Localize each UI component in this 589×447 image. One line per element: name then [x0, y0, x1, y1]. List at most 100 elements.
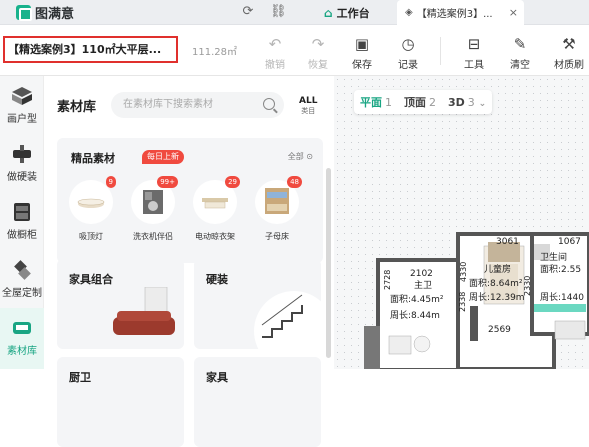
- dim-label: 2102: [410, 269, 433, 279]
- record-button[interactable]: ◷ 记录: [388, 34, 428, 72]
- dim-label: 2728: [383, 270, 392, 290]
- tab-case-label: 【精选案例3】...: [416, 9, 493, 20]
- tools-label: 工具: [464, 60, 484, 71]
- clock-icon: ◷: [401, 35, 415, 53]
- save-icon: ▣: [354, 35, 370, 53]
- all-sub-label: 类目: [301, 107, 316, 115]
- nav-label: 画户型: [7, 114, 37, 125]
- floor-plan: 3061 1067 卫生间 面积:2.55 周长:1440 儿童房 面积:8.6…: [364, 232, 589, 369]
- clear-button[interactable]: ✎ 清空: [500, 34, 540, 72]
- panel-title: 素材库: [57, 100, 97, 115]
- item-count-badge: 29: [225, 176, 240, 188]
- tab-case[interactable]: ◈ 【精选案例3】... ×: [397, 0, 524, 25]
- daily-new-badge: 每日上新: [142, 150, 184, 164]
- see-all-link[interactable]: 全部 ⊙: [288, 151, 313, 162]
- redo-icon: ↷: [311, 35, 325, 53]
- room-area: 面积:8.64m²: [469, 277, 523, 289]
- close-icon[interactable]: ×: [509, 6, 518, 19]
- stairs-image: [254, 291, 321, 349]
- link-icon[interactable]: ⛓: [270, 4, 287, 20]
- undo-button[interactable]: ↶ 撤销: [255, 34, 295, 72]
- item-label: 洗衣机伴侣: [133, 232, 173, 241]
- sync-icon[interactable]: ⟳: [240, 4, 256, 20]
- nav-label: 做橱柜: [7, 230, 37, 241]
- clear-label: 清空: [510, 60, 530, 71]
- redo-label: 恢复: [308, 60, 328, 71]
- room-perimeter: 周长:12.39m: [469, 291, 525, 303]
- item-count-badge: 99+: [157, 176, 178, 188]
- eraser-icon: ✎: [513, 35, 527, 53]
- dim-label: 4330: [459, 262, 468, 282]
- tools-button[interactable]: ⊟ 工具: [454, 34, 494, 72]
- category-furniture-set[interactable]: 家具组合: [57, 259, 184, 349]
- sofa-image: [113, 287, 175, 335]
- room-perimeter: 周长:1440: [540, 291, 584, 303]
- dim-label: 1067: [558, 237, 581, 247]
- see-all-label: 全部: [287, 152, 304, 161]
- search-icon[interactable]: [263, 98, 275, 110]
- nav-label: 全屋定制: [2, 288, 42, 299]
- app-name: 图满意: [35, 7, 75, 22]
- category-label: 家具组合: [69, 273, 113, 286]
- item-label: 电动晾衣架: [195, 232, 235, 241]
- cube-icon: ◈: [405, 7, 413, 18]
- category-label: 硬装: [206, 273, 228, 286]
- dim-label: 2338: [458, 292, 467, 312]
- sofa-icon: [11, 318, 33, 338]
- tab-workbench-label: 工作台: [336, 6, 370, 20]
- all-categories-button[interactable]: ALL 类目: [299, 96, 317, 116]
- dim-label: 3061: [496, 237, 519, 247]
- room-area: 面积:4.45m²: [390, 293, 444, 305]
- category-label: 厨卫: [69, 371, 91, 384]
- brush-icon: ⚒: [562, 35, 576, 53]
- tab-workbench[interactable]: ⌂ 工作台: [318, 0, 394, 25]
- nav-cabinet[interactable]: 做橱柜: [0, 192, 44, 250]
- material-panel: 素材库 在素材库下搜索素材 ALL 类目 精品素材 每日上新 全部 ⊙ 9 吸顶…: [45, 76, 333, 447]
- category-kitchen-bath[interactable]: 厨卫: [57, 357, 184, 447]
- category-hard-decor[interactable]: 硬装: [194, 259, 321, 349]
- category-furniture[interactable]: 家具: [194, 357, 321, 447]
- save-label: 保存: [352, 60, 372, 71]
- project-name[interactable]: 【精选案例3】110㎡大平层...: [3, 36, 178, 63]
- room-area: 面积:2.55: [540, 263, 581, 275]
- featured-item[interactable]: 29 电动晾衣架: [191, 176, 240, 242]
- title-bar: 图满意 ⟳ ⛓ ⌂ 工作台 ◈ 【精选案例3】... ×: [0, 0, 589, 25]
- roller-icon: [11, 144, 33, 164]
- search-input[interactable]: 在素材库下搜索素材: [111, 92, 284, 118]
- toolbox-icon: ⊟: [467, 35, 481, 53]
- nav-label: 素材库: [7, 346, 37, 357]
- item-label: 吸顶灯: [79, 232, 103, 241]
- room-name: 主卫: [414, 279, 432, 291]
- all-label: ALL: [299, 96, 318, 106]
- featured-item[interactable]: 9 吸顶灯: [67, 176, 116, 242]
- material-brush-button[interactable]: ⚒ 材质刷: [547, 34, 589, 72]
- featured-item[interactable]: 48 子母床: [253, 176, 302, 242]
- dim-label: 2569: [488, 325, 511, 335]
- featured-card: 精品素材 每日上新 全部 ⊙ 9 吸顶灯 99+ 洗衣机伴侣 29 电动晾衣架: [57, 138, 323, 263]
- nav-floorplan[interactable]: 画户型: [0, 76, 44, 134]
- nav-label: 做硬装: [7, 172, 37, 183]
- featured-item[interactable]: 99+ 洗衣机伴侣: [129, 176, 178, 242]
- app-logo: 图满意: [16, 3, 74, 22]
- toolbar: 【精选案例3】110㎡大平层... 111.28㎡ ↶ 撤销 ↷ 恢复 ▣ 保存 ◷ 记…: [0, 25, 589, 76]
- undo-label: 撤销: [265, 60, 285, 71]
- redo-button[interactable]: ↷ 恢复: [298, 34, 338, 72]
- nav-hard-decor[interactable]: 做硬装: [0, 134, 44, 192]
- logo-mark-icon: [16, 5, 32, 21]
- panel-scrollbar[interactable]: [326, 168, 331, 358]
- save-button[interactable]: ▣ 保存: [342, 34, 382, 72]
- search-placeholder: 在素材库下搜索素材: [123, 99, 213, 110]
- drying-rack-icon: 29: [193, 176, 240, 224]
- left-nav: 画户型 做硬装 做橱柜 全屋定制 素材库: [0, 76, 44, 369]
- cabinet-icon: [11, 202, 33, 222]
- featured-title: 精品素材: [71, 152, 115, 165]
- item-count-badge: 48: [287, 176, 302, 188]
- undo-icon: ↶: [268, 35, 282, 53]
- nav-material-library[interactable]: 素材库: [0, 308, 44, 369]
- item-label: 子母床: [265, 232, 289, 241]
- custom-icon: [11, 260, 33, 280]
- record-label: 记录: [398, 60, 418, 71]
- material-brush-label: 材质刷: [554, 60, 584, 71]
- nav-custom[interactable]: 全屋定制: [0, 250, 44, 308]
- design-canvas[interactable]: 平面 1 顶面 2 3D 3 ⌄ 3061 1067 卫生间 面积:2.55 周长:1…: [334, 76, 589, 369]
